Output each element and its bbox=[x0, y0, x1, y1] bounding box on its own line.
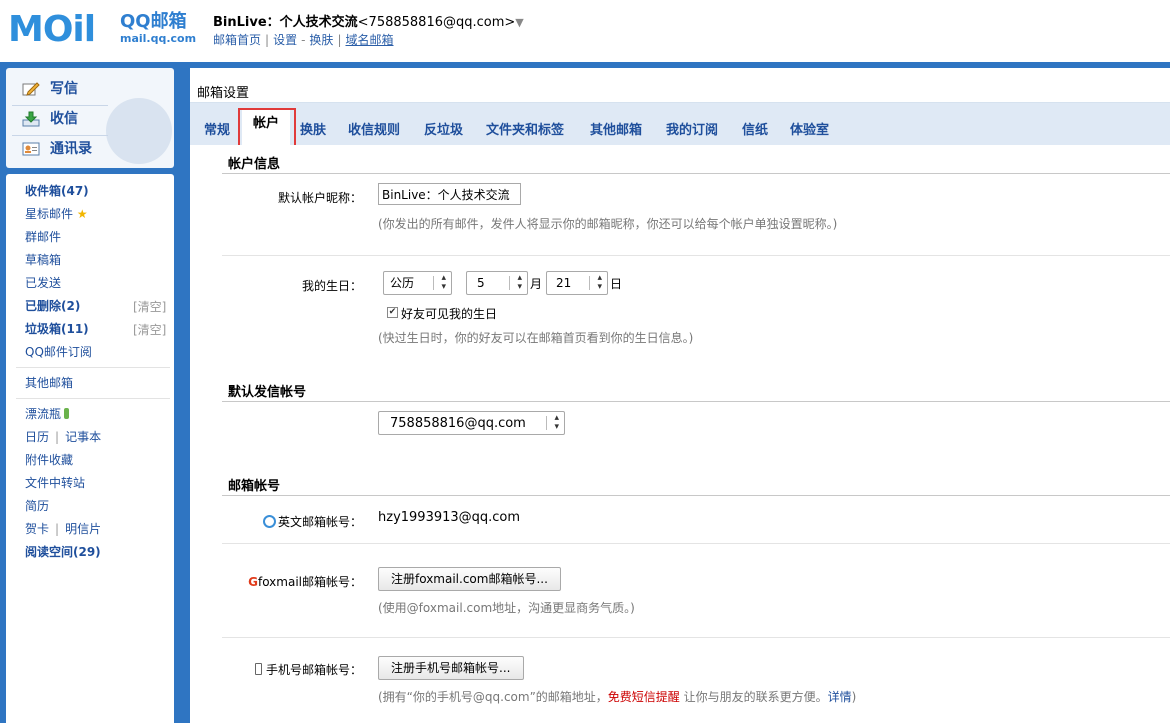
nickname-input[interactable] bbox=[378, 183, 521, 205]
link-mail-home[interactable]: 邮箱首页 bbox=[213, 33, 261, 47]
sidebar-item-drafts[interactable]: 草稿箱 bbox=[25, 252, 61, 268]
tab-receive-rules[interactable]: 收信规则 bbox=[348, 119, 400, 138]
foxmail-icon: G bbox=[248, 575, 258, 589]
user-email: <758858816@qq.com> bbox=[357, 15, 516, 30]
sidebar-item-starred[interactable]: 星标邮件 ★ bbox=[25, 206, 88, 222]
top-links: 邮箱首页 | 设置 - 换肤 | 域名邮箱 bbox=[213, 33, 394, 47]
compose-label: 写信 bbox=[50, 81, 78, 97]
logo-subtitle: mail.qq.com bbox=[120, 32, 197, 45]
active-tab-highlight bbox=[238, 108, 296, 148]
sidebar-folder-list: 收件箱(47) 星标邮件 ★ 群邮件 草稿箱 已发送 已删除(2) [清空] 垃… bbox=[6, 174, 174, 723]
sidebar-item-qq-subscription[interactable]: QQ邮件订阅 bbox=[25, 344, 92, 360]
birthday-visible-label: 好友可见我的生日 bbox=[401, 307, 498, 321]
sidebar-item-drift-bottle[interactable]: 漂流瓶 bbox=[25, 406, 70, 422]
contacts-card-icon bbox=[22, 141, 40, 157]
qq-mail-logo[interactable]: MOil QQ邮箱 mail.qq.com bbox=[8, 8, 198, 52]
foxmail-account-label: Gfoxmail邮箱帐号： bbox=[248, 575, 362, 589]
settings-tabs: 常规 帐户 换肤 收信规则 反垃圾 文件夹和标签 其他邮箱 我的订阅 信纸 体验… bbox=[190, 103, 1170, 145]
calendar-type-select[interactable]: 公历 ▴ ▾ bbox=[383, 271, 452, 295]
tab-stationery[interactable]: 信纸 bbox=[742, 119, 768, 138]
sidebar-item-file-transfer[interactable]: 文件中转站 bbox=[25, 475, 85, 491]
page-title: 邮箱设置 bbox=[197, 86, 250, 101]
receive-label: 收信 bbox=[50, 111, 78, 127]
star-icon: ★ bbox=[76, 207, 88, 221]
link-settings[interactable]: 设置 bbox=[273, 33, 297, 47]
sidebar-item-deleted[interactable]: 已删除(2) bbox=[25, 298, 80, 314]
birthday-label: 我的生日： bbox=[301, 279, 362, 293]
receive-button[interactable]: 收信 bbox=[22, 108, 78, 130]
sidebar-item-inbox[interactable]: 收件箱(47) bbox=[25, 183, 89, 199]
tab-lab[interactable]: 体验室 bbox=[790, 119, 829, 138]
pencil-icon bbox=[22, 81, 40, 97]
birthday-hint: (快过生日时，你的好友可以在邮箱首页看到你的生日信息。) bbox=[378, 331, 694, 345]
tab-my-subscriptions[interactable]: 我的订阅 bbox=[666, 119, 718, 138]
user-info[interactable]: BinLive：个人技术交流<758858816@qq.com>▼ bbox=[213, 11, 524, 30]
compose-button[interactable]: 写信 bbox=[22, 78, 78, 100]
phone-hint: (拥有“你的手机号@qq.com”的邮箱地址，免费短信提醒 让你与朋友的联系更方… bbox=[378, 690, 857, 704]
contacts-button[interactable]: 通讯录 bbox=[22, 138, 92, 160]
logo-moil-text: MOil bbox=[8, 9, 96, 50]
sidebar-item-sent[interactable]: 已发送 bbox=[25, 275, 61, 291]
select-arrows-icon: ▴ ▾ bbox=[597, 273, 602, 292]
account-settings-content: 帐户信息 默认帐户昵称： (你发出的所有邮件，发件人将显示你的邮箱昵称，你还可以… bbox=[222, 145, 1170, 723]
tab-general[interactable]: 常规 bbox=[204, 119, 230, 138]
user-name: BinLive：个人技术交流 bbox=[213, 15, 358, 30]
details-link[interactable]: 详情 bbox=[828, 690, 852, 704]
select-arrows-icon: ▴ ▾ bbox=[441, 273, 446, 292]
sidebar-item-postcard[interactable]: 明信片 bbox=[65, 522, 101, 536]
english-account-value: hzy1993913@qq.com bbox=[378, 510, 521, 525]
link-skin[interactable]: 换肤 bbox=[309, 33, 333, 47]
register-foxmail-button[interactable]: 注册foxmail.com邮箱帐号... bbox=[378, 567, 561, 591]
settings-panel: 邮箱设置 常规 帐户 换肤 收信规则 反垃圾 文件夹和标签 其他邮箱 我的订阅 … bbox=[190, 68, 1170, 723]
link-domain-mail[interactable]: 域名邮箱 bbox=[345, 33, 393, 47]
inbox-download-icon bbox=[22, 111, 40, 127]
section-default-sender-title: 默认发信帐号 bbox=[228, 385, 307, 400]
tab-skin[interactable]: 换肤 bbox=[300, 119, 326, 138]
foxmail-hint: (使用@foxmail.com地址，沟通更显商务气质。) bbox=[378, 601, 635, 615]
select-arrows-icon: ▴ ▾ bbox=[517, 273, 522, 292]
section-mailbox-accounts-title: 邮箱帐号 bbox=[228, 479, 281, 494]
mobile-phone-icon bbox=[254, 663, 262, 675]
logo-title: QQ邮箱 bbox=[120, 11, 187, 32]
sidebar-item-reading-space[interactable]: 阅读空间(29) bbox=[25, 544, 101, 560]
tab-folders-labels[interactable]: 文件夹和标签 bbox=[486, 119, 564, 138]
sidebar-item-resume[interactable]: 简历 bbox=[25, 498, 49, 514]
sidebar-item-other-mailbox[interactable]: 其他邮箱 bbox=[25, 375, 73, 391]
qq-penguin-icon bbox=[106, 98, 172, 164]
month-select[interactable]: 5 ▴ ▾ bbox=[466, 271, 528, 295]
tab-other-mailbox[interactable]: 其他邮箱 bbox=[590, 119, 642, 138]
free-sms-link[interactable]: 免费短信提醒 bbox=[608, 690, 680, 704]
register-phone-button[interactable]: 注册手机号邮箱帐号... bbox=[378, 656, 524, 680]
section-account-info-title: 帐户信息 bbox=[228, 157, 281, 172]
bottle-icon bbox=[64, 408, 70, 419]
day-select[interactable]: 21 ▴ ▾ bbox=[546, 271, 608, 295]
select-arrows-icon: ▴ ▾ bbox=[554, 413, 559, 432]
qq-mail-icon bbox=[262, 515, 276, 528]
phone-account-label: 手机号邮箱帐号： bbox=[222, 661, 362, 678]
day-unit: 日 bbox=[610, 277, 623, 291]
sidebar-actions: 写信 收信 通讯录 bbox=[6, 68, 174, 168]
caret-down-icon[interactable]: ▼ bbox=[515, 16, 523, 29]
nickname-hint: (你发出的所有邮件，发件人将显示你的邮箱昵称，你还可以给每个帐户单独设置昵称。) bbox=[378, 217, 838, 231]
sidebar-item-spam[interactable]: 垃圾箱(11) bbox=[25, 321, 89, 337]
english-account-label: 英文邮箱帐号： bbox=[222, 513, 362, 530]
sidebar-item-greeting-card[interactable]: 贺卡 | 明信片 bbox=[25, 521, 101, 537]
contacts-label: 通讯录 bbox=[50, 141, 92, 157]
sidebar-item-group-mail[interactable]: 群邮件 bbox=[25, 229, 61, 245]
clear-deleted-link[interactable]: [清空] bbox=[133, 298, 166, 315]
month-unit: 月 bbox=[530, 277, 543, 291]
tab-anti-spam[interactable]: 反垃圾 bbox=[424, 119, 463, 138]
clear-spam-link[interactable]: [清空] bbox=[133, 321, 166, 338]
top-bar: MOil QQ邮箱 mail.qq.com BinLive：个人技术交流<758… bbox=[0, 0, 1170, 62]
app-frame: 写信 收信 通讯录 收件箱(47) 星标邮件 ★ 群邮件 草稿箱 已发送 已删除… bbox=[0, 62, 1170, 723]
birthday-visible-checkbox[interactable]: ✔ bbox=[387, 307, 398, 318]
nickname-label: 默认帐户昵称： bbox=[277, 191, 362, 205]
sidebar-item-attachments[interactable]: 附件收藏 bbox=[25, 452, 73, 468]
sidebar-item-calendar[interactable]: 日历 | 记事本 bbox=[25, 429, 101, 445]
default-sender-select[interactable]: 758858816@qq.com ▴ ▾ bbox=[378, 411, 565, 435]
sidebar-item-notes[interactable]: 记事本 bbox=[65, 430, 101, 444]
